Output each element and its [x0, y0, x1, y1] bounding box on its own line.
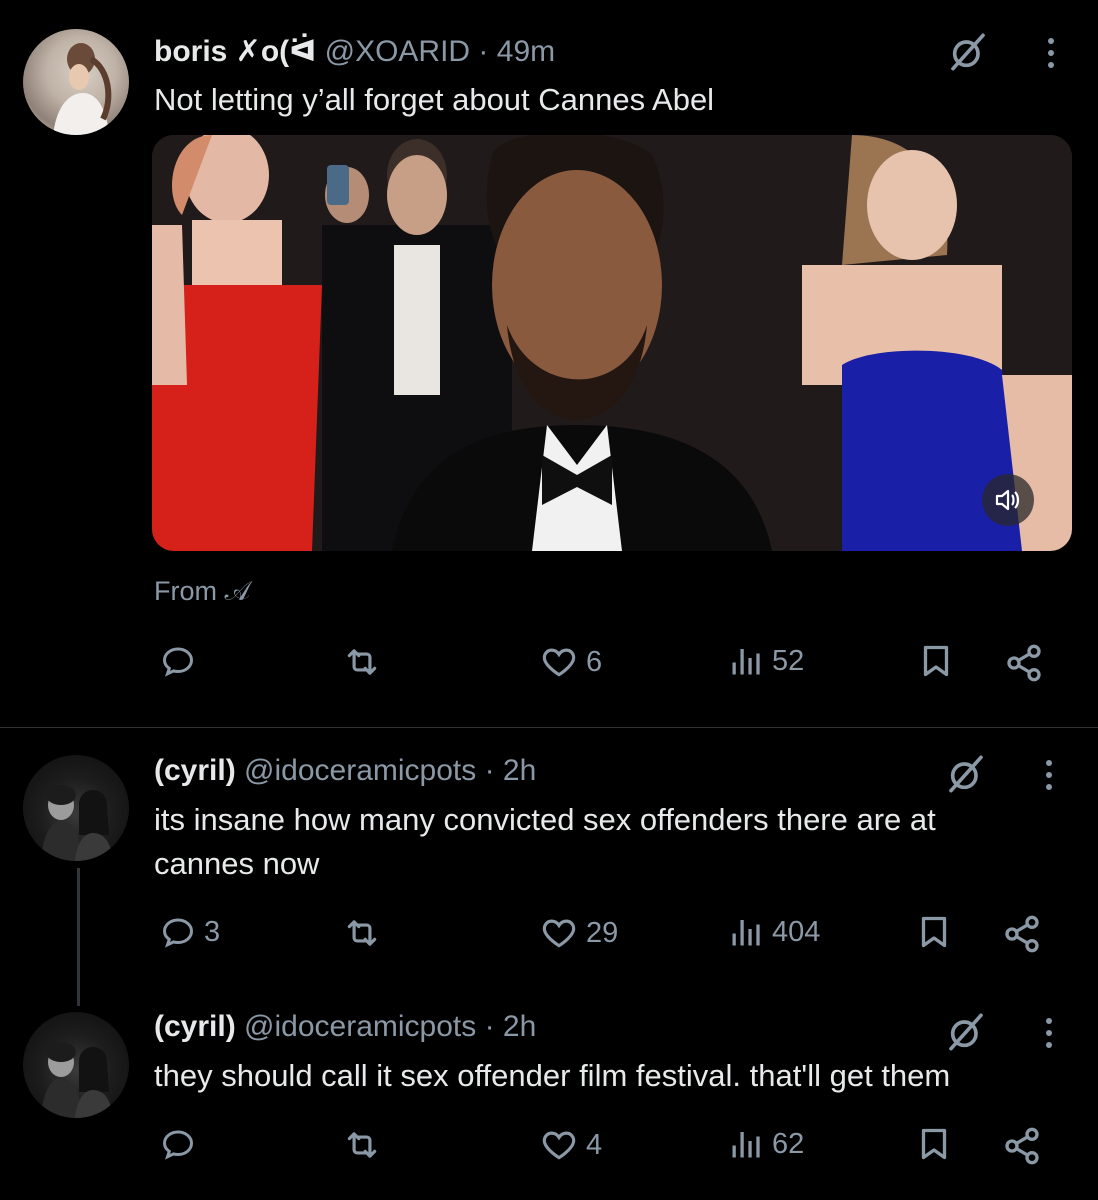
reply-tweet[interactable]: (cyril) @idoceramicpots · 2h they should…	[0, 1010, 1098, 1200]
bookmark-button[interactable]	[918, 643, 954, 679]
more-icon[interactable]	[1048, 38, 1054, 74]
repost-icon	[343, 914, 381, 952]
bookmark-icon	[916, 914, 952, 950]
view-count: 404	[772, 915, 821, 948]
share-button[interactable]	[1002, 1126, 1042, 1166]
views-button[interactable]: 62	[728, 1126, 804, 1162]
thread-connector-line	[77, 868, 80, 1006]
bookmark-button[interactable]	[916, 914, 952, 950]
tweet-actions: 3 29 404	[0, 914, 1098, 958]
media-source-attribution[interactable]: From 𝒜	[154, 576, 250, 608]
reply-icon	[160, 1126, 196, 1162]
repost-icon	[343, 1126, 381, 1164]
repost-button[interactable]	[343, 914, 389, 952]
share-icon	[1004, 643, 1044, 683]
tweet-media-video[interactable]	[152, 135, 1072, 551]
like-count: 29	[586, 916, 619, 949]
tweet-actions: 4 62	[0, 1126, 1098, 1170]
like-button[interactable]: 4	[540, 1126, 602, 1164]
tweet-text: they should call it sex offender film fe…	[154, 1058, 951, 1093]
share-button[interactable]	[1002, 914, 1042, 954]
display-name[interactable]: boris ✗o(ᐛ	[154, 35, 316, 68]
like-count: 6	[586, 645, 603, 678]
tweet-actions: 6 52	[0, 643, 1098, 687]
avatar[interactable]	[23, 755, 129, 861]
reply-count: 3	[204, 915, 221, 948]
views-icon	[728, 1126, 764, 1162]
tweet-header: (cyril) @idoceramicpots · 2h	[154, 754, 536, 788]
reply-button[interactable]	[160, 643, 204, 679]
handle-time[interactable]: @XOARID · 49m	[325, 35, 556, 68]
views-button[interactable]: 404	[728, 914, 820, 950]
display-name[interactable]: (cyril)	[154, 754, 236, 787]
views-icon	[728, 914, 764, 950]
view-count: 62	[772, 1127, 805, 1160]
repost-button[interactable]	[343, 643, 389, 681]
grok-icon[interactable]	[946, 754, 986, 801]
reply-tweet[interactable]: (cyril) @idoceramicpots · 2h its insane …	[0, 728, 1098, 1010]
like-button[interactable]: 29	[540, 914, 618, 952]
tweet-header: boris ✗o(ᐛ @XOARID · 49m	[154, 34, 555, 69]
tweet-text: Not letting y’all forget about Cannes Ab…	[154, 82, 715, 117]
repost-icon	[343, 643, 381, 681]
more-icon[interactable]	[1046, 760, 1052, 796]
tweet-header: (cyril) @idoceramicpots · 2h	[154, 1010, 536, 1044]
views-icon	[728, 643, 764, 679]
like-button[interactable]: 6	[540, 643, 602, 681]
handle-time[interactable]: @idoceramicpots · 2h	[244, 754, 536, 787]
more-icon[interactable]	[1046, 1018, 1052, 1054]
tweet-main[interactable]: boris ✗o(ᐛ @XOARID · 49m Not letting y’a…	[0, 0, 1098, 727]
grok-icon[interactable]	[948, 32, 988, 79]
bookmark-icon	[916, 1126, 952, 1162]
repost-button[interactable]	[343, 1126, 389, 1164]
heart-icon	[540, 643, 578, 681]
avatar[interactable]	[23, 1012, 129, 1118]
avatar[interactable]	[23, 29, 129, 135]
heart-icon	[540, 1126, 578, 1164]
reply-icon	[160, 643, 196, 679]
share-button[interactable]	[1004, 643, 1044, 683]
bookmark-button[interactable]	[916, 1126, 952, 1162]
bookmark-icon	[918, 643, 954, 679]
reply-button[interactable]	[160, 1126, 204, 1162]
tweet-text: its insane how many convicted sex offend…	[154, 802, 936, 881]
views-button[interactable]: 52	[728, 643, 804, 679]
handle-time[interactable]: @idoceramicpots · 2h	[244, 1010, 536, 1043]
reply-icon	[160, 914, 196, 950]
grok-icon[interactable]	[946, 1012, 986, 1059]
share-icon	[1002, 1126, 1042, 1166]
like-count: 4	[586, 1128, 603, 1161]
share-icon	[1002, 914, 1042, 954]
display-name[interactable]: (cyril)	[154, 1010, 236, 1043]
view-count: 52	[772, 644, 805, 677]
heart-icon	[540, 914, 578, 952]
reply-button[interactable]: 3	[160, 914, 220, 950]
